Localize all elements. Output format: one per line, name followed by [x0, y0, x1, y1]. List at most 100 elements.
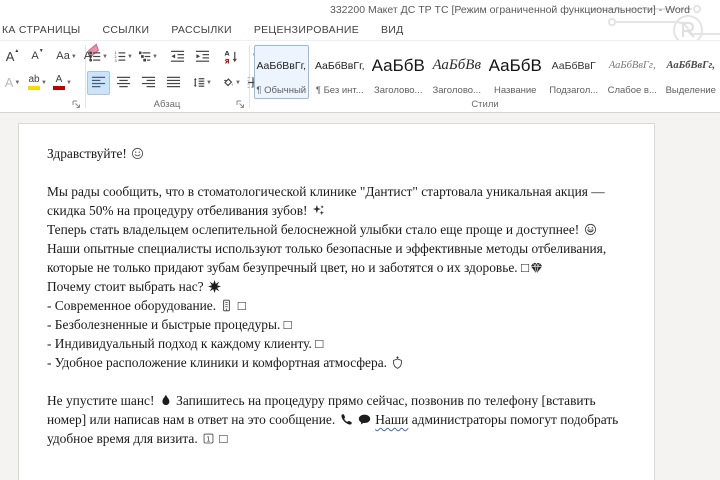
ribbon: А ▲ А ▼ Аа ▼ А A ▼ ab ▼ А ▼ ▼ 1 2 3 ▼ ▼ …	[0, 41, 720, 113]
style-sample: АаБбВвГг,	[314, 59, 365, 72]
star-icon	[207, 280, 221, 293]
paragraph	[47, 372, 629, 391]
style-sample: АаБбВв	[432, 57, 481, 73]
text-run: Не упустите шанс!	[47, 393, 158, 408]
line-spacing-button[interactable]: ▼	[191, 71, 214, 95]
style-sample: АаБбВвГг,	[608, 60, 656, 71]
style-card-subtle[interactable]: АаБбВвГг, Слабое в...	[605, 45, 660, 99]
decrease-indent-button[interactable]	[166, 45, 189, 69]
style-sample: АаБбВ	[488, 55, 542, 75]
paragraph: - Индивидуальный подход к каждому клиент…	[47, 334, 629, 353]
style-name: Заголово...	[432, 85, 481, 96]
style-name: ¶ Без инт...	[315, 85, 364, 96]
paragraph-group: ▼ 123 ▼ ▼ АЯ ▼ ▼ Абзац	[86, 41, 266, 112]
sort-icon: АЯ	[224, 50, 237, 64]
style-name: Выделение	[665, 85, 716, 96]
align-left-button[interactable]	[87, 70, 110, 95]
style-sample: АаБбВвГг,	[256, 59, 307, 72]
text-run: Здравствуйте!	[47, 146, 131, 161]
align-center-button[interactable]	[112, 71, 135, 95]
chevron-down-icon: ▼	[70, 53, 77, 60]
shading-button[interactable]: ▼	[220, 71, 243, 95]
ribbon-tab-3[interactable]: РЕЦЕНЗИРОВАНИЕ	[243, 24, 370, 40]
paint-bucket-icon	[222, 75, 233, 90]
chevron-down-icon: ▼	[14, 79, 21, 86]
flame-icon	[159, 394, 172, 407]
increase-indent-button[interactable]	[191, 45, 214, 69]
paragraph: - Современное оборудование. □	[47, 296, 629, 315]
svg-text:1: 1	[206, 435, 210, 443]
style-sample: АаБбВ	[371, 55, 425, 75]
numbering-icon: 123	[114, 51, 126, 63]
grin-icon	[584, 223, 597, 236]
ribbon-tab-1[interactable]: ССЫЛКИ	[91, 24, 160, 40]
font-dialog-launcher[interactable]	[71, 99, 82, 110]
keycap-one-icon: 1	[202, 432, 215, 445]
multilevel-list-button[interactable]: ▼	[137, 45, 160, 69]
paragraph-group-label: Абзац	[153, 99, 181, 110]
building-icon	[220, 299, 233, 312]
style-card-emphasis[interactable]: АаБбВвГг, Выделение	[664, 45, 719, 99]
text-run: Мы рады сообщить, что в стоматологическо…	[47, 184, 605, 218]
numbering-button[interactable]: 123 ▼	[112, 45, 135, 69]
text-run: - Индивидуальный подход к каждому клиент…	[47, 336, 324, 351]
grow-font-button[interactable]: А ▲	[1, 45, 24, 69]
svg-text:Я: Я	[224, 58, 229, 64]
sort-button[interactable]: АЯ	[220, 45, 243, 69]
smiley-icon	[131, 147, 144, 160]
change-case-button[interactable]: Аа ▼	[55, 45, 78, 69]
style-card-subtitle[interactable]: АаБбВвГ Подзагол...	[547, 45, 602, 99]
sparkles-icon	[312, 204, 325, 217]
paragraph: Мы рады сообщить, что в стоматологическо…	[47, 182, 629, 220]
text-effects-button[interactable]: A ▼	[1, 71, 24, 95]
text-run: Наши	[375, 412, 409, 427]
grow-font-icon: ▲	[14, 48, 20, 54]
title-bar: 332200 Макет ДС ТР ТС [Режим ограниченно…	[0, 0, 720, 53]
chevron-down-icon: ▼	[235, 79, 241, 86]
window-title: 332200 Макет ДС ТР ТС [Режим ограниченно…	[330, 4, 691, 16]
style-name: ¶ Обычный	[256, 85, 307, 96]
align-right-button[interactable]	[137, 71, 160, 95]
font-color-button[interactable]: А ▼	[51, 71, 74, 95]
document-text: Здравствуйте! Мы рады сообщить, что в ст…	[19, 124, 654, 448]
style-card-heading2[interactable]: АаБбВв Заголово...	[430, 45, 485, 99]
ribbon-tab-2[interactable]: РАССЫЛКИ	[160, 24, 243, 40]
shrink-font-icon: ▼	[38, 48, 44, 54]
ribbon-tab-0[interactable]: КА СТРАНИЦЫ	[0, 24, 91, 40]
text-run: □	[216, 431, 228, 446]
paragraph: - Безболезненные и быстрые процедуры. □	[47, 315, 629, 334]
styles-gallery: АаБбВвГг, ¶ Обычный АаБбВвГг, ¶ Без инт... А…	[250, 41, 720, 101]
style-card-no-indent[interactable]: АаБбВвГг, ¶ Без инт...	[313, 45, 368, 99]
shrink-font-button[interactable]: А ▼	[26, 45, 49, 69]
bullets-icon	[89, 49, 101, 64]
increase-indent-icon	[195, 49, 210, 64]
svg-text:А: А	[224, 50, 230, 58]
style-card-normal[interactable]: АаБбВвГг, ¶ Обычный	[254, 45, 309, 99]
chevron-down-icon: ▼	[102, 53, 108, 60]
text-run: □	[521, 260, 530, 275]
phone-icon	[340, 413, 353, 426]
paragraph-dialog-launcher[interactable]	[235, 99, 246, 110]
chevron-down-icon: ▼	[152, 53, 158, 60]
line-spacing-icon	[193, 77, 205, 88]
text-run: □	[234, 298, 246, 313]
text-run: Теперь стать владельцем ослепительной бе…	[47, 222, 583, 237]
bullets-button[interactable]: ▼	[87, 45, 110, 69]
chevron-down-icon: ▼	[66, 79, 72, 86]
style-card-heading1[interactable]: АаБбВ Заголово...	[371, 45, 426, 99]
word-window: 332200 Макет ДС ТР ТС [Режим ограниченно…	[0, 0, 720, 480]
styles-group-label: Стили	[471, 99, 499, 110]
bubble-icon	[358, 413, 371, 426]
justify-button[interactable]	[162, 71, 185, 95]
paragraph: Не упустите шанс! Запишитесь на процедур…	[47, 391, 629, 448]
ribbon-tab-4[interactable]: ВИД	[370, 24, 415, 40]
style-card-title[interactable]: АаБбВ Название	[488, 45, 543, 99]
text-run: Почему стоит выбрать нас?	[47, 279, 207, 294]
document-area: Здравствуйте! Мы рады сообщить, что в ст…	[0, 113, 720, 480]
text-run: - Удобное расположение клиники и комфорт…	[47, 355, 391, 370]
document-page[interactable]: Здравствуйте! Мы рады сообщить, что в ст…	[18, 123, 655, 480]
text-highlight-button[interactable]: ab ▼	[26, 71, 49, 95]
ribbon-tabs: КА СТРАНИЦЫ ССЫЛКИ РАССЫЛКИ РЕЦЕНЗИРОВАНИЕ В…	[0, 20, 720, 41]
paragraph: Теперь стать владельцем ослепительной бе…	[47, 220, 629, 277]
style-name: Подзагол...	[549, 85, 599, 96]
